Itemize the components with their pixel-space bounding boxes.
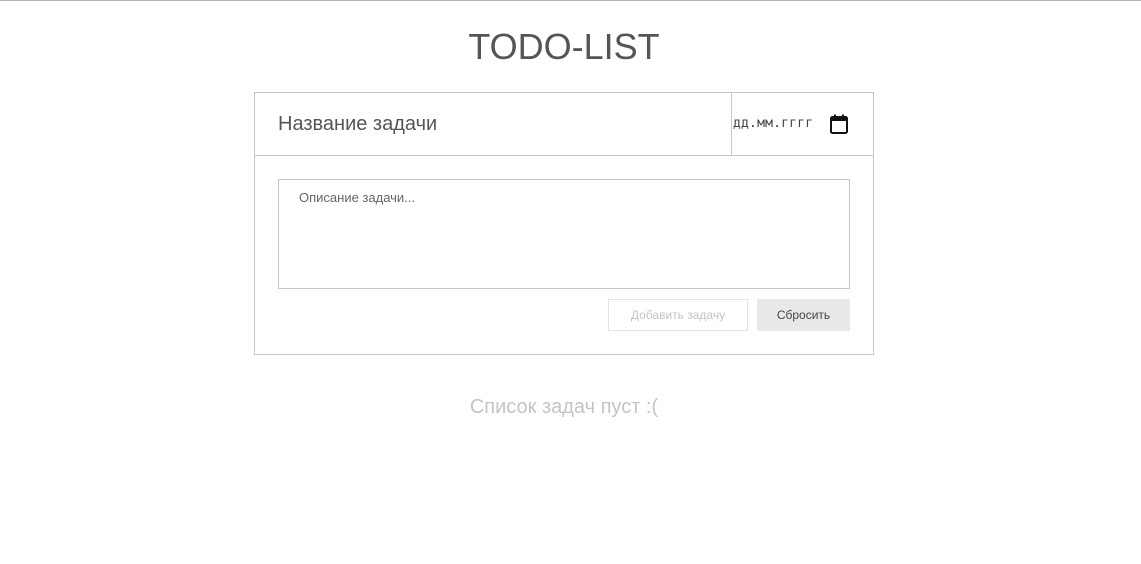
- task-title-input[interactable]: [255, 93, 732, 155]
- task-date-input[interactable]: дд.мм.гггг: [709, 93, 873, 155]
- calendar-icon[interactable]: [830, 114, 848, 134]
- top-divider: [0, 0, 1141, 1]
- reset-button[interactable]: Сбросить: [757, 299, 850, 331]
- page-title: TODO-LIST: [468, 26, 660, 67]
- task-form-header: дд.мм.гггг: [255, 93, 873, 156]
- empty-list-message: Список задач пуст :(: [469, 396, 659, 418]
- task-description-input[interactable]: [278, 179, 850, 289]
- date-placeholder: дд.мм.гггг: [733, 116, 814, 131]
- task-form: дд.мм.гггг Описание задачи... Добавить з…: [254, 92, 874, 355]
- add-task-button[interactable]: Добавить задачу: [608, 299, 748, 331]
